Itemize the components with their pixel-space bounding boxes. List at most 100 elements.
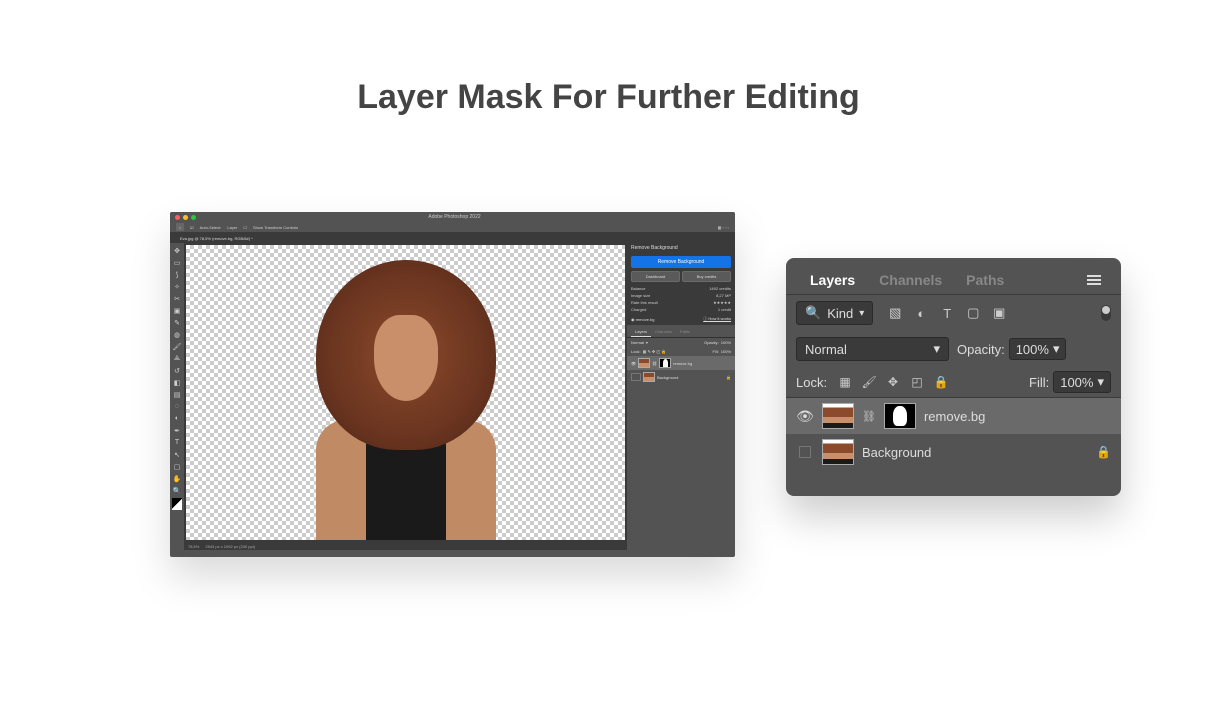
filter-toggle[interactable] bbox=[1101, 305, 1111, 321]
mini-layer-thumb[interactable] bbox=[643, 372, 655, 382]
eraser-tool-icon[interactable]: ◧ bbox=[173, 378, 182, 387]
stamp-tool-icon[interactable]: ⟁ bbox=[173, 354, 182, 363]
subject-image bbox=[286, 250, 526, 540]
lasso-tool-icon[interactable]: ⟆ bbox=[173, 270, 182, 279]
zoom-level[interactable]: 78,5% bbox=[188, 544, 199, 549]
mini-eye-empty[interactable] bbox=[631, 373, 641, 381]
lock-image-icon[interactable]: 🖌 bbox=[861, 374, 877, 390]
mini-eye-icon[interactable]: 👁 bbox=[631, 361, 636, 366]
close-icon[interactable] bbox=[175, 215, 180, 220]
eyedropper-tool-icon[interactable]: ✎ bbox=[173, 318, 182, 327]
auto-select-label: Auto-Select: bbox=[200, 225, 222, 230]
mini-lock-label: Lock: bbox=[631, 349, 641, 354]
tools-panel: ✥ ▭ ⟆ ✧ ✂ ▣ ✎ ◍ 🖌 ⟁ ↺ ◧ ▤ ◌ ◐ ✒ T ↖ ▢ ✋ bbox=[170, 243, 184, 550]
rate-stars[interactable]: ★★★★★ bbox=[713, 300, 731, 305]
move-tool-icon[interactable]: ✥ bbox=[173, 246, 182, 255]
mini-layer-row[interactable]: 👁 ⛓ remove.bg bbox=[627, 356, 735, 370]
wand-tool-icon[interactable]: ✧ bbox=[173, 282, 182, 291]
lock-all-icon[interactable]: 🔒 bbox=[933, 374, 949, 390]
layer-mask-thumbnail[interactable] bbox=[884, 403, 916, 429]
hand-tool-icon[interactable]: ✋ bbox=[173, 474, 182, 483]
opacity-input[interactable]: 100% ▾ bbox=[1009, 338, 1067, 360]
mini-tab-paths[interactable]: Paths bbox=[676, 327, 694, 337]
fill-input[interactable]: 100% ▾ bbox=[1053, 371, 1111, 393]
path-tool-icon[interactable]: ↖ bbox=[173, 450, 182, 459]
panel-menu-button[interactable] bbox=[1079, 268, 1109, 292]
mini-layer-thumb[interactable] bbox=[638, 358, 650, 368]
document-tab[interactable]: Eva.jpg @ 78,5% (remove.bg, RGB/8#) * bbox=[170, 233, 735, 243]
minimize-icon[interactable] bbox=[183, 215, 188, 220]
mini-opacity-label: Opacity: bbox=[704, 340, 719, 345]
page-title: Layer Mask For Further Editing bbox=[0, 78, 1217, 117]
crop-tool-icon[interactable]: ✂ bbox=[173, 294, 182, 303]
window-titlebar: Adobe Photoshop 2022 bbox=[170, 212, 735, 222]
filter-adjust-icon[interactable]: ◐ bbox=[913, 305, 929, 321]
filter-shape-icon[interactable]: ▢ bbox=[965, 305, 981, 321]
visibility-toggle-empty[interactable] bbox=[799, 446, 811, 458]
buy-credits-button[interactable]: Buy credits bbox=[682, 271, 731, 282]
fill-label: Fill: bbox=[1029, 375, 1049, 390]
blend-mode-dropdown[interactable]: Normal ▾ bbox=[796, 337, 949, 361]
tab-channels[interactable]: Channels bbox=[867, 266, 954, 294]
canvas[interactable] bbox=[186, 245, 625, 540]
mini-layer-name: Background bbox=[657, 375, 678, 380]
layer-row[interactable]: 👁 ⛓ remove.bg bbox=[786, 398, 1121, 434]
layer-row[interactable]: Background 🔒 bbox=[786, 434, 1121, 470]
pen-tool-icon[interactable]: ✒ bbox=[173, 426, 182, 435]
filter-pixel-icon[interactable]: ▧ bbox=[887, 305, 903, 321]
chevron-down-icon: ▾ bbox=[1053, 341, 1060, 357]
remove-background-button[interactable]: Remove Background bbox=[631, 256, 731, 268]
kind-filter-dropdown[interactable]: 🔍 Kind ▾ bbox=[796, 301, 873, 325]
removebg-logo: ◉ remove.bg bbox=[631, 317, 655, 322]
mini-blend-dropdown[interactable]: Normal bbox=[631, 340, 644, 345]
heal-tool-icon[interactable]: ◍ bbox=[173, 330, 182, 339]
layer-name[interactable]: Background bbox=[862, 445, 931, 460]
dashboard-button[interactable]: Dashboard bbox=[631, 271, 680, 282]
mini-link-icon[interactable]: ⛓ bbox=[652, 361, 657, 366]
photoshop-window: Adobe Photoshop 2022 ⌂ ☑ Auto-Select: La… bbox=[170, 212, 735, 557]
auto-select-checkbox[interactable]: ☑ bbox=[190, 225, 194, 230]
lock-artboard-icon[interactable]: ◰ bbox=[909, 374, 925, 390]
color-swatch-icon[interactable] bbox=[172, 498, 182, 510]
auto-select-dropdown[interactable]: Layer bbox=[227, 225, 237, 230]
link-icon[interactable]: ⛓ bbox=[862, 410, 876, 423]
mini-lock-icons[interactable]: ▦ ✎ ✥ ◰ 🔒 bbox=[643, 349, 667, 354]
filter-smart-icon[interactable]: ▣ bbox=[991, 305, 1007, 321]
shape-tool-icon[interactable]: ▢ bbox=[173, 462, 182, 471]
layer-thumbnail[interactable] bbox=[822, 439, 854, 465]
mini-mask-thumb[interactable] bbox=[659, 358, 671, 368]
mini-tab-layers[interactable]: Layers bbox=[631, 327, 651, 337]
blur-tool-icon[interactable]: ◌ bbox=[173, 402, 182, 411]
show-transform-label: Show Transform Controls bbox=[253, 225, 298, 230]
history-brush-tool-icon[interactable]: ↺ bbox=[173, 366, 182, 375]
tab-layers[interactable]: Layers bbox=[798, 266, 867, 294]
mini-opacity-value[interactable]: 100% bbox=[721, 340, 731, 345]
mini-layer-row[interactable]: Background 🔒 bbox=[627, 370, 735, 384]
zoom-tool-icon[interactable]: 🔍 bbox=[173, 486, 182, 495]
how-it-works-link[interactable]: ⓘ How it works bbox=[703, 316, 731, 322]
home-icon[interactable]: ⌂ bbox=[176, 223, 184, 231]
brush-tool-icon[interactable]: 🖌 bbox=[173, 342, 182, 351]
mini-layers-panel: Layers Channels Paths Normal▾ Opacity: 1… bbox=[627, 325, 735, 550]
frame-tool-icon[interactable]: ▣ bbox=[173, 306, 182, 315]
show-transform-checkbox[interactable]: ☐ bbox=[243, 225, 247, 230]
lock-icon: 🔒 bbox=[1096, 445, 1111, 459]
dodge-tool-icon[interactable]: ◐ bbox=[173, 414, 182, 423]
menu-icon bbox=[1087, 275, 1101, 285]
filter-type-icon[interactable]: T bbox=[939, 305, 955, 321]
mini-tab-channels[interactable]: Channels bbox=[651, 327, 676, 337]
type-tool-icon[interactable]: T bbox=[173, 438, 182, 447]
layer-thumbnail[interactable] bbox=[822, 403, 854, 429]
lock-label: Lock: bbox=[796, 375, 827, 390]
lock-position-icon[interactable]: ✥ bbox=[885, 374, 901, 390]
visibility-eye-icon[interactable]: 👁 bbox=[796, 408, 814, 425]
lock-transparent-icon[interactable]: ▦ bbox=[837, 374, 853, 390]
align-icons[interactable]: ▦ ▫ ▫ ▫ bbox=[718, 225, 729, 230]
layer-name[interactable]: remove.bg bbox=[924, 409, 985, 424]
marquee-tool-icon[interactable]: ▭ bbox=[173, 258, 182, 267]
gradient-tool-icon[interactable]: ▤ bbox=[173, 390, 182, 399]
mini-fill-value[interactable]: 100% bbox=[721, 349, 731, 354]
balance-label: Balance bbox=[631, 286, 645, 291]
tab-paths[interactable]: Paths bbox=[954, 266, 1016, 294]
maximize-icon[interactable] bbox=[191, 215, 196, 220]
